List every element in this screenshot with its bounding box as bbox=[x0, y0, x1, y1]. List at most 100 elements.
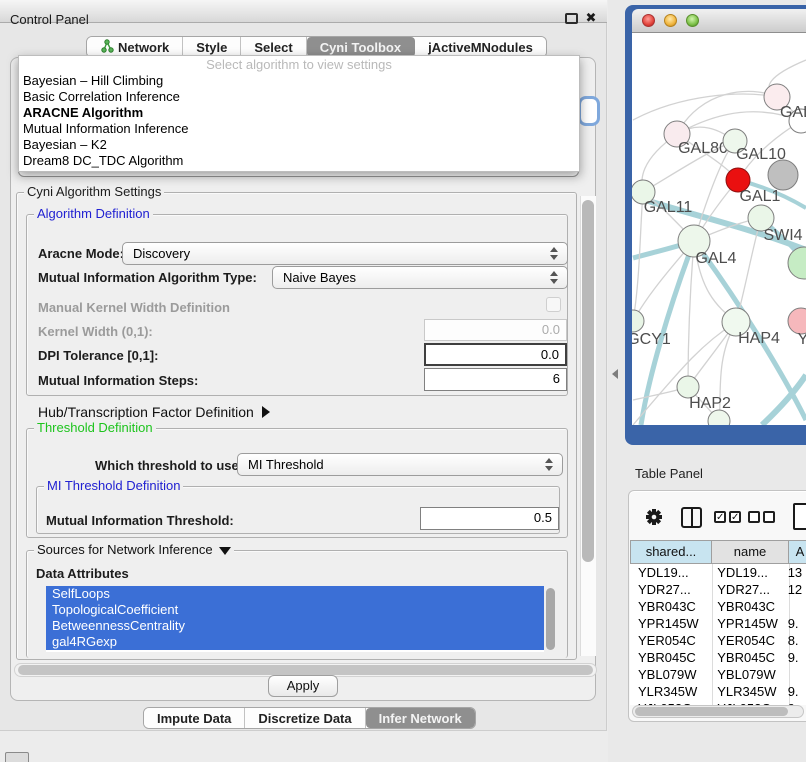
hub-transcription-factor-section[interactable]: Hub/Transcription Factor Definition bbox=[38, 404, 270, 420]
table-row[interactable]: YDL19...YDL19...13 bbox=[630, 564, 806, 581]
checked-column-icon[interactable]: ✓ bbox=[714, 511, 726, 523]
apply-button[interactable]: Apply bbox=[268, 675, 338, 697]
dropdown-item[interactable]: Bayesian – K2 bbox=[19, 137, 579, 153]
mi-algorithm-type-value: Naive Bayes bbox=[283, 270, 356, 285]
dropdown-item[interactable]: Basic Correlation Inference bbox=[19, 89, 579, 105]
dropdown-item[interactable]: Dream8 DC_TDC Algorithm bbox=[19, 153, 579, 169]
splitter-collapse-icon[interactable] bbox=[612, 369, 618, 379]
sources-group-title[interactable]: Sources for Network Inference bbox=[34, 543, 234, 557]
close-window-icon[interactable] bbox=[642, 14, 655, 27]
tab-label: Discretize Data bbox=[258, 711, 351, 726]
table-row[interactable]: YBL079WYBL079W bbox=[630, 666, 806, 683]
algorithm-dropdown-list: Select algorithm to view settings Bayesi… bbox=[18, 55, 580, 172]
data-attributes-list[interactable]: SelfLoopsTopologicalCoefficientBetweenne… bbox=[46, 586, 544, 652]
expanded-arrow-icon[interactable] bbox=[219, 547, 231, 555]
network-node[interactable] bbox=[768, 160, 798, 190]
split-columns-icon[interactable] bbox=[681, 507, 702, 528]
which-threshold-combobox[interactable]: MI Threshold bbox=[237, 453, 563, 476]
table-row[interactable]: YPR145WYPR145W9. bbox=[630, 615, 806, 632]
mi-steps-label: Mutual Information Steps: bbox=[38, 373, 198, 388]
tab-select[interactable]: Select bbox=[241, 37, 306, 57]
attribute-list-item[interactable]: TopologicalCoefficient bbox=[46, 602, 544, 618]
column-header[interactable]: name bbox=[712, 540, 789, 564]
tab-jactivemnodules[interactable]: jActiveMNodules bbox=[415, 37, 546, 57]
table-horizontal-scrollbar-thumb[interactable] bbox=[635, 707, 788, 716]
node-label: GAL1 bbox=[740, 188, 781, 205]
table-header-row: shared...nameA bbox=[630, 540, 806, 564]
table-row[interactable]: YER054CYER054C8. bbox=[630, 632, 806, 649]
zoom-window-icon[interactable] bbox=[686, 14, 699, 27]
network-edge[interactable] bbox=[688, 241, 694, 387]
attribute-list-item[interactable]: SelfLoops bbox=[46, 586, 544, 602]
checked-column-icon[interactable]: ✓ bbox=[729, 511, 741, 523]
tab-discretize-data[interactable]: Discretize Data bbox=[245, 708, 365, 728]
network-edge[interactable] bbox=[736, 218, 761, 322]
mi-steps-field[interactable]: 6 bbox=[424, 368, 567, 391]
table-cell: 13 bbox=[784, 564, 806, 581]
sources-title-label: Sources for Network Inference bbox=[37, 542, 213, 557]
attribute-list-item[interactable]: BetweennessCentrality bbox=[46, 618, 544, 634]
network-edge[interactable] bbox=[633, 94, 777, 120]
aracne-mode-combobox[interactable]: Discovery bbox=[122, 242, 568, 265]
node-label: GCY1 bbox=[632, 331, 671, 348]
hub-section-label: Hub/Transcription Factor Definition bbox=[38, 404, 254, 420]
table-row[interactable]: YBR045CYBR045C9. bbox=[630, 649, 806, 666]
tab-impute-data[interactable]: Impute Data bbox=[144, 708, 245, 728]
tab-network[interactable]: Network bbox=[87, 37, 183, 57]
hide-panel-icon[interactable] bbox=[5, 752, 29, 762]
minimize-window-icon[interactable] bbox=[664, 14, 677, 27]
table-cell: YDR27... bbox=[709, 581, 783, 598]
algorithm-definition-title: Algorithm Definition bbox=[34, 207, 153, 221]
dropdown-item[interactable]: ARACNE Algorithm bbox=[19, 105, 579, 121]
unchecked-column-icon[interactable] bbox=[763, 511, 775, 523]
unchecked-column-icon[interactable] bbox=[748, 511, 760, 523]
app-root: Control Panel ✖ NetworkStyleSelectCyni T… bbox=[0, 0, 806, 762]
mutual-information-threshold-field[interactable]: 0.5 bbox=[420, 507, 559, 530]
table-cell: YBR045C bbox=[630, 649, 709, 666]
table-row[interactable]: YLR345WYLR345W9. bbox=[630, 683, 806, 700]
kernel-width-field[interactable]: 0.0 bbox=[424, 319, 567, 341]
attribute-list-item[interactable]: gal4RGexp bbox=[46, 634, 544, 650]
mi-algorithm-type-combobox[interactable]: Naive Bayes bbox=[272, 266, 568, 289]
float-window-icon[interactable] bbox=[565, 13, 578, 24]
settings-gear-icon[interactable] bbox=[645, 508, 663, 526]
manual-kernel-width-checkbox[interactable] bbox=[546, 297, 561, 312]
cyni-bottom-tabs: Impute Data Discretize Data Infer Network bbox=[143, 707, 476, 729]
table-row[interactable]: YDR27...YDR27...12 bbox=[630, 581, 806, 598]
which-threshold-label: Which threshold to use: bbox=[95, 458, 243, 473]
table-cell: YBR043C bbox=[709, 598, 783, 615]
attributes-list-scrollbar-thumb[interactable] bbox=[546, 588, 555, 650]
dpi-tolerance-label: DPI Tolerance [0,1]: bbox=[38, 348, 158, 363]
aracne-mode-label: Aracne Mode: bbox=[38, 246, 124, 261]
column-header[interactable]: shared... bbox=[630, 540, 712, 564]
tab-label: Style bbox=[196, 40, 227, 55]
network-node[interactable] bbox=[788, 247, 806, 279]
table-panel-title: Table Panel bbox=[635, 466, 703, 481]
table-cell: 8. bbox=[784, 632, 806, 649]
network-window-titlebar[interactable] bbox=[632, 9, 806, 33]
tab-style[interactable]: Style bbox=[183, 37, 241, 57]
settings-horizontal-scrollbar-thumb[interactable] bbox=[18, 665, 593, 675]
tab-cyni-toolbox[interactable]: Cyni Toolbox bbox=[307, 37, 415, 57]
mi-algorithm-type-label: Mutual Information Algorithm Type: bbox=[38, 270, 257, 285]
algorithm-combobox-focus-ring[interactable] bbox=[578, 96, 600, 126]
close-icon[interactable]: ✖ bbox=[582, 9, 600, 27]
node-label: HAP2 bbox=[689, 395, 731, 412]
table-row[interactable]: YBR043CYBR043C bbox=[630, 598, 806, 615]
dropdown-item[interactable]: Mutual Information Inference bbox=[19, 121, 579, 137]
table-cell: YDL19... bbox=[709, 564, 783, 581]
network-canvas[interactable]: GALGAL80GAL10GAL1SWI4GAL11GAL4GCY1HAP4YH… bbox=[632, 33, 806, 425]
dropdown-item[interactable]: Bayesian – Hill Climbing bbox=[19, 73, 579, 89]
document-icon[interactable] bbox=[793, 503, 806, 530]
column-header[interactable]: A bbox=[789, 540, 806, 564]
collapsed-arrow-icon[interactable] bbox=[262, 406, 270, 418]
tab-label: jActiveMNodules bbox=[428, 40, 533, 55]
table-cell: 9. bbox=[784, 683, 806, 700]
table-cell: YER054C bbox=[630, 632, 709, 649]
node-label: GAL4 bbox=[696, 250, 737, 267]
settings-vertical-scrollbar-thumb[interactable] bbox=[582, 200, 594, 562]
tab-infer-network[interactable]: Infer Network bbox=[366, 708, 475, 728]
network-node-gcy1[interactable] bbox=[632, 310, 644, 332]
network-graph[interactable]: GALGAL80GAL10GAL1SWI4GAL11GAL4GCY1HAP4YH… bbox=[632, 33, 806, 425]
dpi-tolerance-field[interactable]: 0.0 bbox=[424, 343, 567, 366]
